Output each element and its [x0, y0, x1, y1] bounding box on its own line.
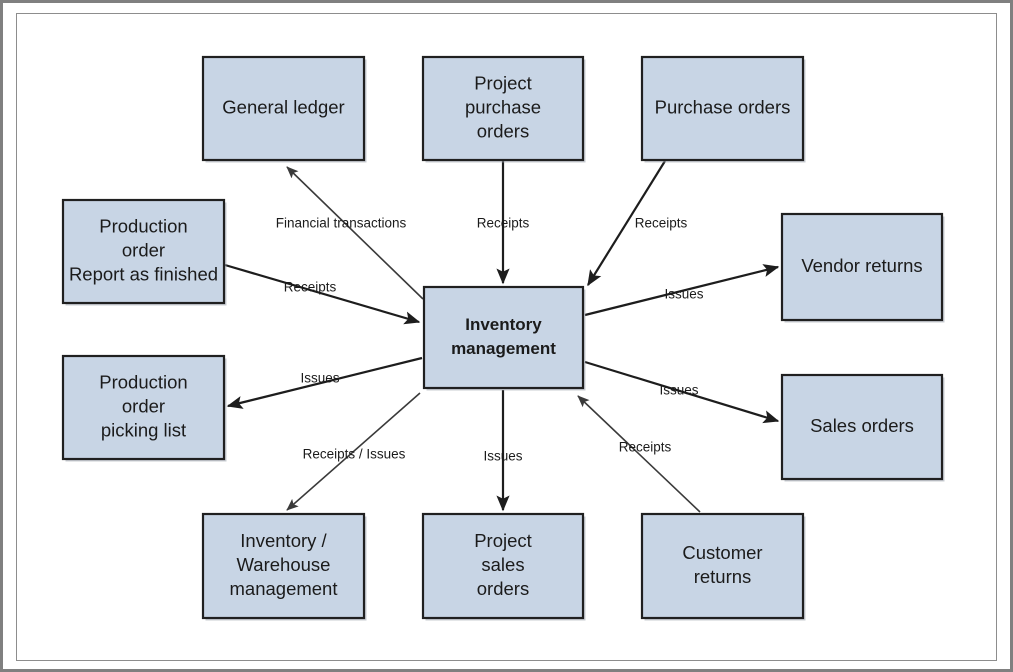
node-label-production-order-report-as-finished: order [122, 239, 165, 260]
node-box-inventory-management[interactable] [422, 285, 585, 390]
node-label-inventory-management: management [451, 339, 556, 358]
node-label-inventory-warehouse-management: management [230, 578, 338, 599]
node-label-sales-orders: Sales orders [810, 415, 914, 436]
node-label-project-sales-orders: sales [481, 554, 524, 575]
node-label-production-order-report-as-finished: Production [99, 215, 187, 236]
node-label-inventory-management: Inventory [465, 315, 542, 334]
edge-label: Receipts [635, 216, 688, 231]
node-label-production-order-picking-list: Production [99, 371, 187, 392]
node-label-customer-returns: Customer [682, 542, 762, 563]
node-vendor-returns[interactable]: Vendor returns [780, 212, 945, 323]
diagram-root: General ledger Project purchase orders Purch… [0, 0, 1013, 672]
node-label-production-order-picking-list: picking list [101, 419, 186, 440]
node-label-purchase-orders: Purchase orders [655, 96, 791, 117]
node-sales-orders[interactable]: Sales orders [780, 373, 945, 482]
node-label-production-order-report-as-finished: Report as finished [69, 263, 218, 284]
node-inventory-management[interactable]: Inventory management [422, 285, 586, 391]
edge-label: Issues [483, 449, 522, 464]
node-general-ledger[interactable]: General ledger [201, 55, 367, 163]
node-label-project-purchase-orders: Project [474, 72, 532, 93]
node-label-vendor-returns: Vendor returns [801, 255, 922, 276]
node-label-inventory-warehouse-management: Warehouse [237, 554, 331, 575]
node-purchase-orders[interactable]: Purchase orders [640, 55, 806, 163]
node-label-production-order-picking-list: order [122, 395, 165, 416]
edge-label: Financial transactions [276, 216, 407, 231]
node-project-sales-orders[interactable]: Project sales orders [421, 512, 586, 621]
nodes-layer: General ledger Project purchase orders Purch… [61, 55, 945, 621]
diagram-canvas: General ledger Project purchase orders Purch… [61, 55, 945, 621]
edge-label: Receipts / Issues [303, 447, 406, 462]
edge-label: Issues [659, 383, 698, 398]
edge-label: Receipts [477, 216, 530, 231]
edge-label: Issues [300, 371, 339, 386]
node-label-project-sales-orders: Project [474, 530, 532, 551]
node-label-general-ledger: General ledger [222, 96, 344, 117]
node-label-project-purchase-orders: orders [477, 120, 529, 141]
node-production-order-picking-list[interactable]: Production order picking list [61, 354, 227, 462]
node-production-order-report-as-finished[interactable]: Production order Report as finished [61, 198, 227, 306]
node-label-project-sales-orders: orders [477, 578, 529, 599]
edge-label: Receipts [619, 440, 672, 455]
node-label-customer-returns: returns [694, 566, 752, 587]
node-inventory-warehouse-management[interactable]: Inventory / Warehouse management [201, 512, 367, 621]
node-customer-returns[interactable]: Customer returns [640, 512, 806, 621]
edge-label: Issues [664, 287, 703, 302]
edge-label: Receipts [284, 280, 337, 295]
node-label-project-purchase-orders: purchase [465, 96, 541, 117]
node-project-purchase-orders[interactable]: Project purchase orders [421, 55, 586, 163]
node-label-inventory-warehouse-management: Inventory / [240, 530, 327, 551]
